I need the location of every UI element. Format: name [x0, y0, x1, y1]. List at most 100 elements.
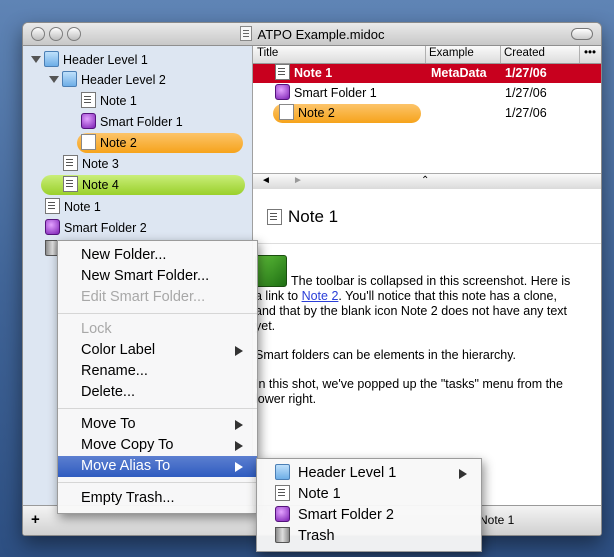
- menu-item-delete[interactable]: Delete...: [58, 382, 257, 403]
- menu-item-move-copy-to[interactable]: Move Copy To: [58, 435, 257, 456]
- sidebar-item-header-level-2[interactable]: Header Level 2: [49, 70, 166, 90]
- submenu-item-trash[interactable]: Trash: [257, 526, 481, 547]
- sidebar-item-header-level-1[interactable]: Header Level 1: [31, 50, 148, 70]
- sidebar-item-note-1-alias[interactable]: Note 1: [45, 197, 101, 217]
- submenu-arrow-icon: [235, 462, 243, 472]
- menu-item-move-alias-to[interactable]: Move Alias To: [58, 456, 257, 477]
- sidebar-item-label: Note 1: [100, 94, 137, 108]
- blank-note-icon: [279, 104, 294, 120]
- note-icon: [63, 176, 78, 192]
- add-button[interactable]: +: [31, 511, 40, 528]
- note-icon: [275, 64, 290, 80]
- tasks-context-menu: New Folder... New Smart Folder... Edit S…: [57, 240, 258, 514]
- note-icon: [63, 155, 78, 171]
- divider: [253, 243, 601, 244]
- table-row[interactable]: Note 2 1/27/06: [253, 104, 601, 123]
- submenu-item-label: Trash: [298, 528, 335, 544]
- status-text: Note 1: [479, 513, 515, 527]
- menu-item-rename[interactable]: Rename...: [58, 361, 257, 382]
- blank-note-icon: [81, 134, 96, 150]
- horizontal-scrollbar[interactable]: ◄ ► ⌃: [253, 173, 601, 190]
- note-icon: [275, 485, 290, 501]
- toolbar-toggle-button[interactable]: [571, 28, 593, 40]
- submenu-arrow-icon: [235, 441, 243, 451]
- sidebar-item-label: Note 4: [82, 178, 119, 192]
- submenu-item-label: Smart Folder 2: [298, 507, 394, 523]
- note-title-text: Note 1: [288, 207, 339, 226]
- sidebar-item-smart-folder-2[interactable]: Smart Folder 2: [45, 218, 147, 238]
- smart-folder-icon: [275, 506, 290, 522]
- menu-item-empty-trash[interactable]: Empty Trash...: [58, 488, 257, 509]
- note-icon: [45, 198, 60, 214]
- column-divider[interactable]: [425, 46, 426, 63]
- leaf-image-icon: [255, 255, 287, 287]
- disclosure-triangle-icon[interactable]: [49, 76, 59, 83]
- note-icon: [267, 209, 282, 225]
- smart-folder-icon: [275, 84, 290, 100]
- menu-item-color-label[interactable]: Color Label: [58, 340, 257, 361]
- submenu-arrow-icon: [235, 346, 243, 356]
- menu-separator: [58, 482, 257, 483]
- note-body[interactable]: The toolbar is collapsed in this screens…: [255, 255, 573, 421]
- sidebar-item-label: Header Level 1: [63, 53, 148, 67]
- sidebar-item-label: Smart Folder 1: [100, 115, 183, 129]
- menu-separator: [58, 313, 257, 314]
- row-title-cell: Smart Folder 1: [275, 84, 377, 103]
- menu-item-move-to[interactable]: Move To: [58, 414, 257, 435]
- menu-item-new-folder[interactable]: New Folder...: [58, 245, 257, 266]
- submenu-item-label: Note 1: [298, 486, 341, 502]
- smart-folder-icon: [45, 219, 60, 235]
- split-handle-icon[interactable]: ⌃: [421, 175, 429, 186]
- sidebar-item-note-4[interactable]: Note 4: [41, 175, 245, 195]
- sidebar-item-label: Smart Folder 2: [64, 221, 147, 235]
- row-title-cell: Note 1: [275, 64, 332, 83]
- row-title: Note 1: [294, 66, 333, 80]
- sidebar-item-smart-folder-1[interactable]: Smart Folder 1: [81, 112, 183, 132]
- sidebar-item-label: Note 1: [64, 200, 101, 214]
- submenu-item-label: Header Level 1: [298, 465, 397, 481]
- table-row[interactable]: Note 1 MetaData 1/27/06: [253, 64, 601, 83]
- note-title: Note 1: [267, 207, 338, 227]
- folder-icon: [62, 71, 77, 87]
- scroll-left-arrow-icon[interactable]: ◄: [261, 175, 271, 186]
- window-title-wrap: ATPO Example.midoc: [23, 26, 601, 42]
- column-divider[interactable]: [500, 46, 501, 63]
- row-title-cell: Note 2: [279, 104, 335, 123]
- row-example: MetaData: [431, 66, 487, 80]
- menu-item-edit-smart-folder: Edit Smart Folder...: [81, 289, 206, 305]
- note-2-link[interactable]: Note 2: [302, 289, 339, 303]
- column-header-title[interactable]: Title: [257, 47, 278, 59]
- folder-icon: [275, 464, 290, 480]
- sidebar-item-note-2[interactable]: Note 2: [77, 133, 243, 153]
- column-options-button[interactable]: •••: [584, 47, 596, 59]
- row-created: 1/27/06: [505, 66, 547, 80]
- disclosure-triangle-icon[interactable]: [31, 56, 41, 63]
- scroll-right-arrow-icon[interactable]: ►: [293, 175, 303, 186]
- submenu-item-header-level-1[interactable]: Header Level 1: [257, 463, 481, 484]
- note-paragraph: The toolbar is collapsed in this screens…: [255, 255, 573, 334]
- column-header-created[interactable]: Created: [504, 47, 545, 59]
- sidebar-item-label: Note 2: [100, 136, 137, 150]
- note-icon: [81, 92, 96, 108]
- menu-item-lock: Lock: [81, 321, 112, 337]
- submenu-item-note-1[interactable]: Note 1: [257, 484, 481, 505]
- trash-icon: [275, 527, 290, 543]
- sidebar-item-note-3[interactable]: Note 3: [63, 154, 119, 174]
- submenu-item-smart-folder-2[interactable]: Smart Folder 2: [257, 505, 481, 526]
- sidebar-item-note-1[interactable]: Note 1: [81, 91, 137, 111]
- row-title: Note 2: [298, 106, 335, 120]
- menu-item-new-smart-folder[interactable]: New Smart Folder...: [58, 266, 257, 287]
- submenu-arrow-icon: [235, 420, 243, 430]
- column-header-example[interactable]: Example: [429, 47, 474, 59]
- table-row[interactable]: Smart Folder 1 1/27/06: [253, 84, 601, 103]
- column-divider[interactable]: [579, 46, 580, 63]
- list-column-header: Title Example Created •••: [253, 46, 601, 64]
- menu-item-label: Move To: [81, 416, 136, 432]
- menu-item-label: Move Copy To: [81, 437, 174, 453]
- row-created: 1/27/06: [505, 106, 547, 120]
- folder-icon: [44, 51, 59, 67]
- sidebar-item-label: Note 3: [82, 157, 119, 171]
- row-title: Smart Folder 1: [294, 86, 377, 100]
- note-paragraph: Smart folders can be elements in the hie…: [255, 348, 517, 362]
- title-bar[interactable]: ATPO Example.midoc: [23, 23, 601, 46]
